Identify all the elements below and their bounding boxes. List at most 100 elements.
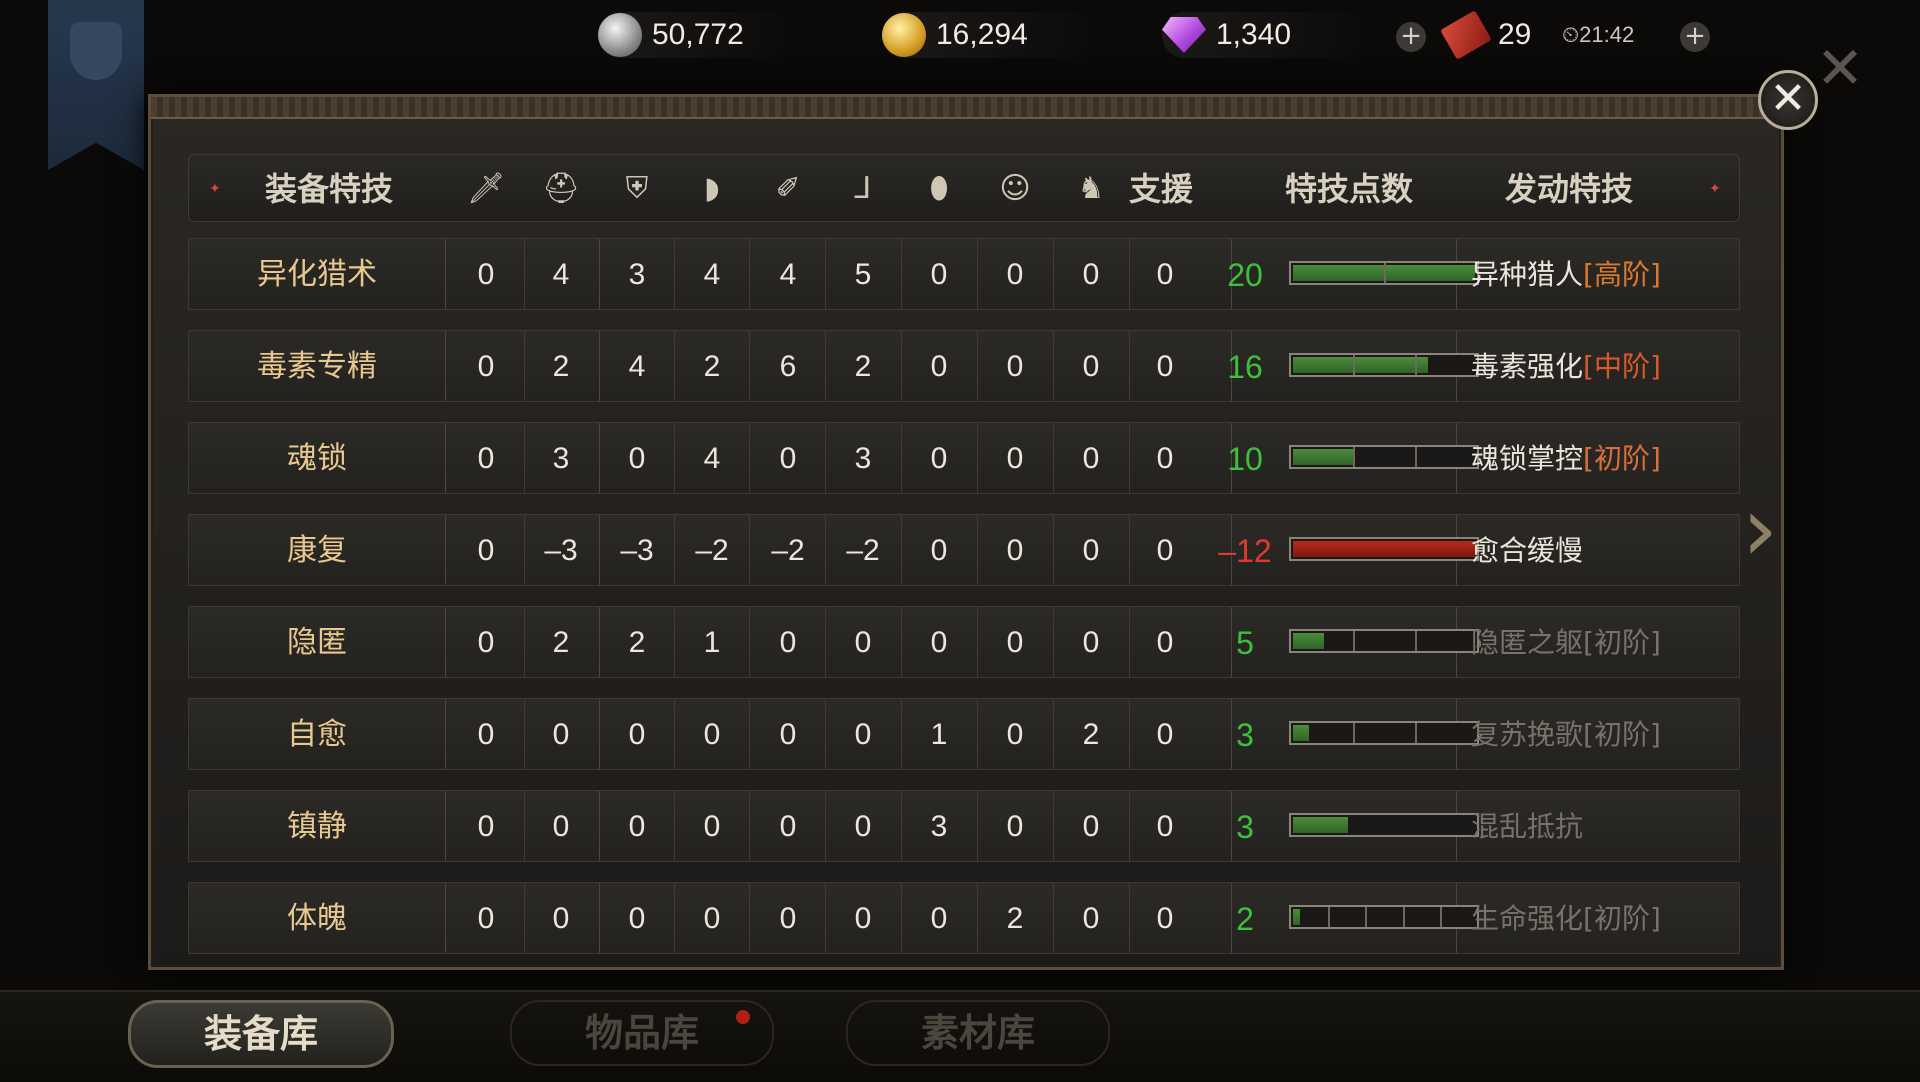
slot-value: –3 bbox=[544, 534, 578, 567]
add-diamond-button[interactable]: + bbox=[1396, 22, 1426, 52]
column-divider bbox=[977, 883, 978, 953]
active-skill[interactable]: 愈合缓慢 bbox=[1471, 515, 1583, 585]
active-skill[interactable]: 复苏挽歌[初阶] bbox=[1471, 699, 1661, 769]
slot-value: 0 bbox=[854, 626, 872, 659]
bottom-tab-1[interactable]: 物品库 bbox=[510, 1000, 774, 1066]
skill-points: 10 bbox=[1227, 441, 1263, 477]
table-row[interactable]: 体魄 0 0 0 0 0 0 0 2 0 0 2 生命强化[初阶] bbox=[188, 882, 1740, 954]
slot-value: 3 bbox=[930, 810, 948, 843]
slot-value: 0 bbox=[552, 810, 570, 843]
skill-name: 异化猎术 bbox=[257, 257, 377, 292]
table-row[interactable]: 自愈 0 0 0 0 0 0 1 0 2 0 3 复苏挽歌[初阶] bbox=[188, 698, 1740, 770]
slot-value: 4 bbox=[779, 258, 797, 291]
points-progress-bar bbox=[1289, 905, 1479, 929]
slot-value: 0 bbox=[930, 902, 948, 935]
add-ticket-button[interactable]: + bbox=[1680, 22, 1710, 52]
progress-fill bbox=[1293, 541, 1475, 557]
slot-value: 0 bbox=[1156, 810, 1174, 843]
close-button[interactable]: ✕ bbox=[1758, 70, 1818, 130]
skill-points: 3 bbox=[1236, 809, 1254, 845]
slot-value: 5 bbox=[854, 258, 872, 291]
header-star-right-icon: ✦ bbox=[1709, 181, 1721, 197]
shoulder-icon: ◗ bbox=[704, 171, 720, 206]
ring-icon: ⬮ bbox=[929, 171, 949, 206]
slot-value: 0 bbox=[1082, 810, 1100, 843]
slot-value: 0 bbox=[477, 810, 495, 843]
column-divider bbox=[977, 423, 978, 493]
column-divider bbox=[749, 239, 750, 309]
slot-value: 0 bbox=[1082, 350, 1100, 383]
slot-value: 0 bbox=[1006, 718, 1024, 751]
column-divider bbox=[599, 515, 600, 585]
slot-value: 0 bbox=[477, 350, 495, 383]
progress-tick bbox=[1415, 723, 1417, 743]
slot-value: 2 bbox=[552, 626, 570, 659]
column-divider bbox=[674, 607, 675, 677]
column-divider bbox=[901, 515, 902, 585]
table-row[interactable]: 异化猎术 0 4 3 4 4 5 0 0 0 0 20 异种猎人[高阶] bbox=[188, 238, 1740, 310]
armor-icon: ⛨ bbox=[625, 171, 649, 206]
skill-name: 魂锁 bbox=[287, 441, 347, 476]
table-row[interactable]: 隐匿 0 2 2 1 0 0 0 0 0 0 5 隐匿之躯[初阶] bbox=[188, 606, 1740, 678]
active-skill[interactable]: 魂锁掌控[初阶] bbox=[1471, 423, 1661, 493]
active-skill[interactable]: 毒素强化[中阶] bbox=[1471, 331, 1661, 401]
skill-points: 20 bbox=[1227, 257, 1263, 293]
next-page-arrow-icon[interactable]: › bbox=[1740, 485, 1780, 580]
progress-tick bbox=[1353, 447, 1355, 467]
outer-close-icon[interactable]: ✕ bbox=[1812, 39, 1868, 97]
skill-name: 康复 bbox=[287, 533, 347, 568]
active-skill-name: 毒素强化 bbox=[1471, 350, 1584, 383]
active-skill-tier: [初阶] bbox=[1583, 442, 1661, 475]
table-row[interactable]: 镇静 0 0 0 0 0 0 3 0 0 0 3 混乱抵抗 bbox=[188, 790, 1740, 862]
skill-points: 3 bbox=[1236, 717, 1254, 753]
header-points: 特技点数 bbox=[1284, 170, 1413, 208]
slot-value: 2 bbox=[1006, 902, 1024, 935]
progress-fill bbox=[1293, 357, 1428, 373]
active-skill[interactable]: 生命强化[初阶] bbox=[1471, 883, 1661, 953]
active-skill[interactable]: 隐匿之躯[初阶] bbox=[1471, 607, 1661, 677]
slot-value: 0 bbox=[477, 902, 495, 935]
slot-value: 0 bbox=[477, 534, 495, 567]
slot-value: 0 bbox=[1006, 810, 1024, 843]
slot-value: 0 bbox=[1006, 534, 1024, 567]
bottom-tab-0[interactable]: 装备库 bbox=[128, 1000, 394, 1068]
progress-tick bbox=[1365, 907, 1367, 927]
slot-value: 0 bbox=[628, 442, 646, 475]
header-support: 支援 bbox=[1128, 170, 1193, 208]
skill-name: 体魄 bbox=[287, 901, 347, 936]
slot-value: 3 bbox=[628, 258, 646, 291]
table-row[interactable]: 康复 0 –3 –3 –2 –2 –2 0 0 0 0 –12 愈合缓慢 bbox=[188, 514, 1740, 586]
active-skill[interactable]: 混乱抵抗 bbox=[1471, 791, 1583, 861]
column-divider bbox=[977, 699, 978, 769]
progress-tick bbox=[1384, 263, 1386, 283]
column-divider bbox=[674, 515, 675, 585]
active-skill[interactable]: 异种猎人[高阶] bbox=[1471, 239, 1661, 309]
active-skill-tier: [高阶] bbox=[1583, 258, 1661, 291]
column-divider bbox=[599, 699, 600, 769]
active-skill-name: 复苏挽歌 bbox=[1471, 718, 1584, 751]
table-row[interactable]: 魂锁 0 3 0 4 0 3 0 0 0 0 10 魂锁掌控[初阶] bbox=[188, 422, 1740, 494]
slot-value: 0 bbox=[703, 718, 721, 751]
notification-dot bbox=[736, 1010, 750, 1024]
ticket-timer: ⏲21:42 bbox=[1562, 22, 1635, 47]
active-skill-name: 生命强化 bbox=[1471, 902, 1584, 935]
slot-value: 0 bbox=[628, 902, 646, 935]
column-divider bbox=[1053, 791, 1054, 861]
gold-amount: 16,294 bbox=[936, 18, 1028, 51]
slot-value: 0 bbox=[703, 902, 721, 935]
column-divider bbox=[1053, 607, 1054, 677]
column-divider bbox=[445, 883, 446, 953]
column-divider bbox=[749, 699, 750, 769]
slot-value: 0 bbox=[854, 718, 872, 751]
slot-value: 0 bbox=[477, 258, 495, 291]
points-progress-bar bbox=[1289, 813, 1479, 837]
points-progress-bar bbox=[1289, 629, 1479, 653]
slot-value: 0 bbox=[1156, 534, 1174, 567]
bottom-tab-2[interactable]: 素材库 bbox=[846, 1000, 1110, 1066]
column-divider bbox=[445, 423, 446, 493]
ticket-icon bbox=[1440, 10, 1492, 60]
column-divider bbox=[674, 883, 675, 953]
slot-value: 0 bbox=[552, 718, 570, 751]
table-row[interactable]: 毒素专精 0 2 4 2 6 2 0 0 0 0 16 毒素强化[中阶] bbox=[188, 330, 1740, 402]
progress-fill bbox=[1293, 633, 1324, 649]
